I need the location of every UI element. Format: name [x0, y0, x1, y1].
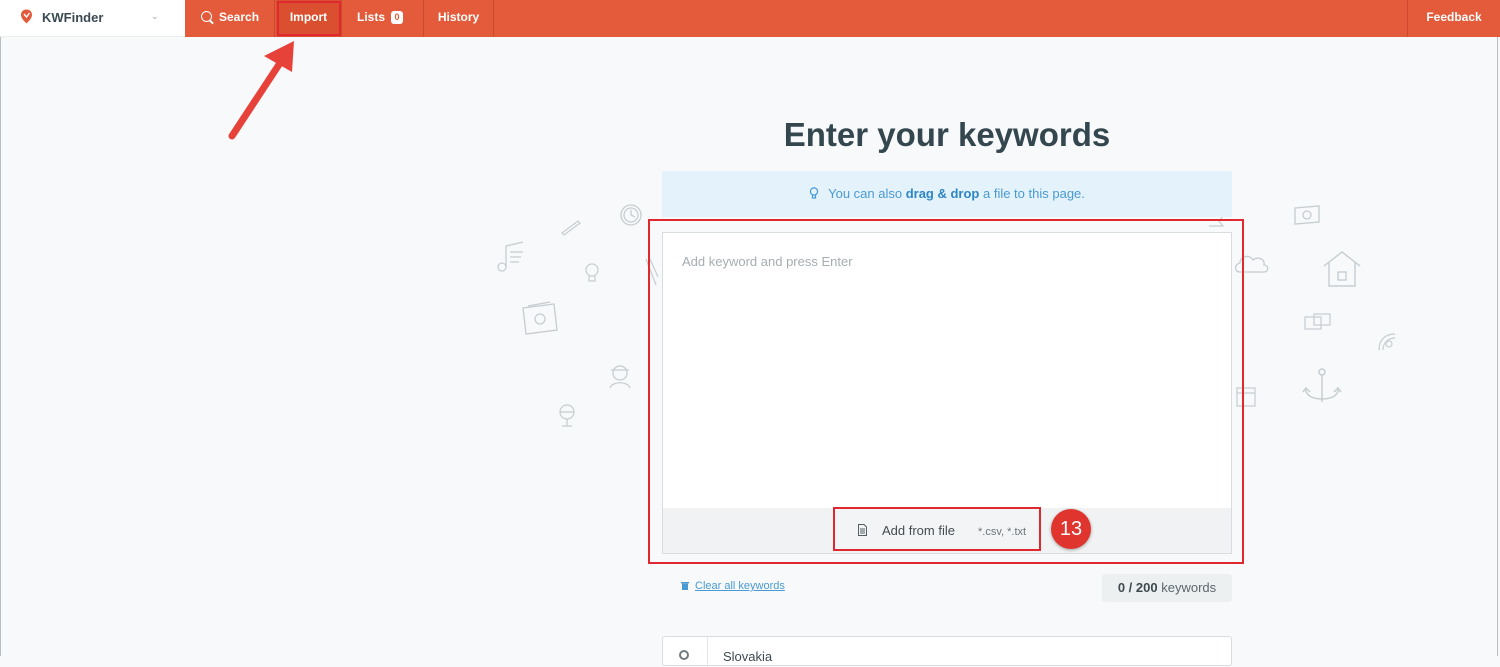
nav-history[interactable]: History	[424, 0, 494, 37]
house-icon	[1323, 251, 1361, 287]
brand-switcher[interactable]: KWFinder ⌄	[0, 0, 185, 37]
wallet-icon	[522, 301, 558, 335]
keyword-count-unit: keywords	[1157, 580, 1217, 595]
trash-icon	[681, 582, 689, 590]
hint-text-post: a file to this page.	[979, 186, 1085, 201]
step-number-badge: 13	[1051, 509, 1091, 549]
location-divider	[707, 637, 708, 667]
nav-history-label: History	[437, 10, 480, 24]
nav-feedback-label: Feedback	[1426, 10, 1482, 24]
lightbulb-icon	[809, 187, 819, 199]
add-from-file-button[interactable]: Add from file *.csv, *.txt	[833, 507, 1041, 551]
satellite-icon	[1378, 333, 1396, 351]
clear-all-keywords-label: Clear all keywords	[695, 580, 785, 592]
add-from-file-label: Add from file	[882, 523, 955, 538]
nav-search[interactable]: Search	[185, 0, 275, 37]
music-note-icon	[497, 241, 524, 272]
top-navbar: KWFinder ⌄ Search Import Lists 0 History …	[0, 0, 1500, 37]
location-select[interactable]: Slovakia	[662, 636, 1232, 667]
nav-search-label: Search	[219, 10, 260, 24]
banknote-icon	[1294, 205, 1320, 225]
globe-icon	[559, 404, 575, 427]
lists-count-badge: 0	[391, 11, 404, 24]
chevron-down-icon: ⌄	[151, 11, 159, 21]
search-icon	[201, 11, 212, 22]
chat-icon	[1304, 313, 1331, 330]
person-icon	[609, 365, 631, 389]
import-highlight-box	[277, 1, 341, 36]
clear-all-keywords-link[interactable]: Clear all keywords	[681, 580, 785, 592]
kwfinder-logo-icon	[21, 9, 32, 24]
pencil-icon	[561, 220, 581, 236]
location-value: Slovakia	[723, 649, 773, 664]
clock-icon	[620, 204, 642, 226]
file-icon	[858, 524, 867, 536]
hint-text-pre: You can also	[828, 186, 906, 201]
file-extensions: *.csv, *.txt	[978, 526, 1027, 538]
nav-lists-label: Lists	[357, 10, 386, 24]
keyword-input[interactable]	[682, 254, 1212, 494]
location-pin-icon	[679, 650, 689, 660]
anchor-icon	[1302, 368, 1342, 402]
page-title: Enter your keywords	[783, 116, 1111, 153]
keyword-counter: 0 / 200 keywords	[1102, 574, 1232, 602]
hint-text-bold: drag & drop	[905, 186, 980, 201]
nav-lists[interactable]: Lists 0	[343, 0, 424, 37]
annotation-arrow-icon	[228, 41, 294, 140]
nav-feedback[interactable]: Feedback	[1407, 0, 1500, 37]
lightbulb-icon	[585, 263, 599, 282]
brand-name: KWFinder	[42, 10, 104, 25]
keyword-count: 0 / 200	[1117, 580, 1158, 595]
drag-drop-hint: You can also drag & drop a file to this …	[662, 171, 1232, 217]
